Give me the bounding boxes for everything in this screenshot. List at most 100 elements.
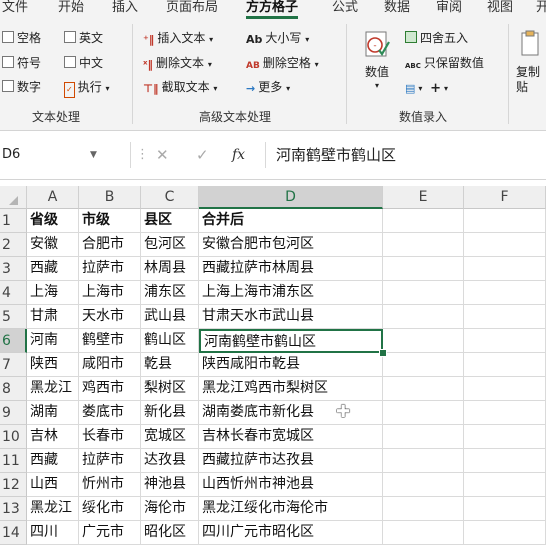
- column-header-a[interactable]: A: [27, 186, 79, 209]
- cell[interactable]: 黑龙江: [27, 377, 79, 401]
- cell[interactable]: 山西: [27, 473, 79, 497]
- cell[interactable]: 吉林长春市宽城区: [199, 425, 383, 449]
- cell[interactable]: 鸡西市: [79, 377, 141, 401]
- row-header[interactable]: 3: [0, 257, 27, 281]
- cell[interactable]: [383, 497, 464, 521]
- cell[interactable]: [383, 353, 464, 377]
- cell[interactable]: [464, 401, 546, 425]
- edit-icon[interactable]: ▤: [405, 82, 415, 96]
- confirm-icon[interactable]: ✓: [196, 142, 209, 168]
- checkbox-chinese[interactable]: 中文: [64, 56, 103, 70]
- cell[interactable]: 娄底市: [79, 401, 141, 425]
- menu-more[interactable]: 开: [536, 0, 546, 20]
- cell[interactable]: [383, 377, 464, 401]
- column-header-f[interactable]: F: [464, 186, 546, 209]
- cell[interactable]: [464, 425, 546, 449]
- cell[interactable]: 四川: [27, 521, 79, 545]
- cell[interactable]: 咸阳市: [79, 353, 141, 377]
- cell[interactable]: 合并后: [199, 209, 383, 233]
- select-all-corner[interactable]: [0, 186, 27, 209]
- cell[interactable]: 长春市: [79, 425, 141, 449]
- cell[interactable]: 陕西咸阳市乾县: [199, 353, 383, 377]
- cell[interactable]: [383, 305, 464, 329]
- cell[interactable]: 西藏拉萨市林周县: [199, 257, 383, 281]
- cell[interactable]: 西藏: [27, 449, 79, 473]
- cell[interactable]: [383, 473, 464, 497]
- menu-data[interactable]: 数据: [384, 0, 410, 20]
- cell[interactable]: 拉萨市: [79, 449, 141, 473]
- row-header[interactable]: 8: [0, 377, 27, 401]
- column-header-e[interactable]: E: [383, 186, 464, 209]
- cell[interactable]: 包河区: [141, 233, 199, 257]
- cell[interactable]: [383, 401, 464, 425]
- cell[interactable]: 西藏拉萨市达孜县: [199, 449, 383, 473]
- cell[interactable]: 黑龙江: [27, 497, 79, 521]
- row-header[interactable]: 12: [0, 473, 27, 497]
- cell[interactable]: 海伦市: [141, 497, 199, 521]
- insert-text-button[interactable]: ⁺‖ 插入文本 ▾: [143, 31, 213, 47]
- cell[interactable]: [383, 425, 464, 449]
- cell[interactable]: 市级: [79, 209, 141, 233]
- cell[interactable]: 上海上海市浦东区: [199, 281, 383, 305]
- row-header[interactable]: 9: [0, 401, 27, 425]
- copy-paste-button[interactable]: 复制 贴: [516, 30, 546, 95]
- cell[interactable]: 合肥市: [79, 233, 141, 257]
- cell[interactable]: [383, 257, 464, 281]
- cell[interactable]: 鹤山区: [141, 329, 199, 353]
- cell[interactable]: [464, 305, 546, 329]
- cell[interactable]: 林周县: [141, 257, 199, 281]
- cell[interactable]: 安徽: [27, 233, 79, 257]
- cell[interactable]: 武山县: [141, 305, 199, 329]
- cell[interactable]: 达孜县: [141, 449, 199, 473]
- cell[interactable]: [383, 233, 464, 257]
- active-cell[interactable]: 河南鹤壁市鹤山区: [199, 329, 383, 353]
- cell[interactable]: 湖南娄底市新化县: [199, 401, 383, 425]
- menu-ffcell[interactable]: 方方格子: [246, 0, 299, 20]
- cell[interactable]: [464, 257, 546, 281]
- checkbox-symbol[interactable]: 符号: [2, 56, 41, 70]
- cell[interactable]: [464, 497, 546, 521]
- fill-handle[interactable]: [379, 349, 387, 357]
- extract-text-button[interactable]: ⊤‖ 截取文本 ▾: [143, 80, 217, 96]
- cell[interactable]: [464, 209, 546, 233]
- column-header-b[interactable]: B: [79, 186, 141, 209]
- column-header-c[interactable]: C: [141, 186, 199, 209]
- cell[interactable]: 黑龙江鸡西市梨树区: [199, 377, 383, 401]
- checkbox-space[interactable]: 空格: [2, 31, 41, 45]
- cell[interactable]: [383, 449, 464, 473]
- cell[interactable]: 宽城区: [141, 425, 199, 449]
- cell[interactable]: [464, 329, 546, 353]
- row-header[interactable]: 1: [0, 209, 27, 233]
- menu-file[interactable]: 文件: [2, 0, 28, 20]
- formula-input[interactable]: 河南鹤壁市鹤山区: [265, 142, 546, 168]
- cell[interactable]: [464, 473, 546, 497]
- row-header[interactable]: 5: [0, 305, 27, 329]
- cell[interactable]: [383, 521, 464, 545]
- row-header[interactable]: 13: [0, 497, 27, 521]
- cell[interactable]: [383, 281, 464, 305]
- cell[interactable]: [464, 377, 546, 401]
- cell[interactable]: [383, 329, 464, 353]
- chevron-down-icon[interactable]: ▾: [444, 84, 448, 93]
- cell[interactable]: 绥化市: [79, 497, 141, 521]
- cell[interactable]: [464, 233, 546, 257]
- value-button[interactable]: - 数值 ▾: [357, 30, 397, 93]
- column-header-d[interactable]: D: [199, 186, 383, 209]
- cell[interactable]: 山西忻州市神池县: [199, 473, 383, 497]
- name-box[interactable]: D6 ▼: [0, 142, 131, 168]
- cell[interactable]: 忻州市: [79, 473, 141, 497]
- checkbox-english[interactable]: 英文: [64, 31, 103, 45]
- row-header[interactable]: 7: [0, 353, 27, 377]
- cell[interactable]: 省级: [27, 209, 79, 233]
- cell[interactable]: 甘肃天水市武山县: [199, 305, 383, 329]
- cell[interactable]: [464, 281, 546, 305]
- cell[interactable]: 鹤壁市: [79, 329, 141, 353]
- cell[interactable]: 陕西: [27, 353, 79, 377]
- menu-review[interactable]: 审阅: [436, 0, 462, 20]
- cell[interactable]: 河南: [27, 329, 79, 353]
- cell[interactable]: [464, 521, 546, 545]
- cell[interactable]: 昭化区: [141, 521, 199, 545]
- chevron-down-icon[interactable]: ▾: [418, 84, 422, 93]
- row-header[interactable]: 2: [0, 233, 27, 257]
- cell[interactable]: 天水市: [79, 305, 141, 329]
